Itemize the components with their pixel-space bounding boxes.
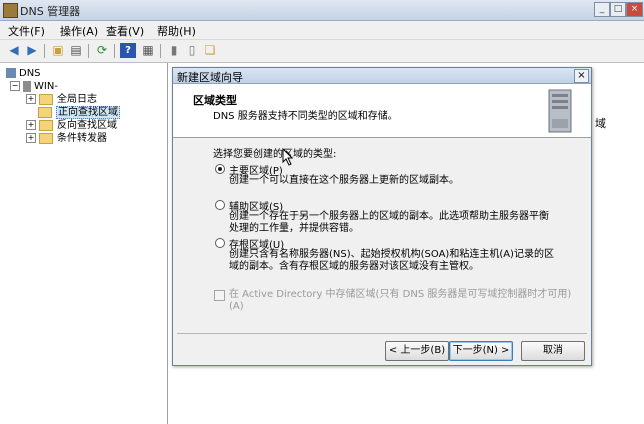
toolbar-separator (44, 44, 45, 58)
tree-item-conditional-forwarders[interactable]: + 条件转发器 (26, 132, 107, 145)
next-button[interactable]: 下一步(N) > (449, 341, 513, 361)
expand-icon[interactable]: + (26, 94, 36, 104)
dialog-close-button[interactable]: × (574, 69, 589, 83)
tree-label: DNS (19, 68, 41, 79)
primary-zone-description: 创建一个可以直接在这个服务器上更新的区域副本。 (229, 175, 459, 186)
stub-zone-description: 创建只含有名称服务器(NS)、起始授权机构(SOA)和粘连主机(A)记录的区 (229, 249, 554, 260)
back-button[interactable]: < 上一步(B) (385, 341, 449, 361)
tree-label: WIN- (34, 81, 58, 92)
minimize-button[interactable]: _ (594, 2, 610, 17)
maximize-button[interactable]: □ (610, 2, 626, 17)
folder-icon (38, 106, 52, 118)
store-in-ad-shortcut: (A) (229, 301, 244, 312)
folder-icon (39, 93, 53, 105)
server-icon[interactable]: ▮ (166, 43, 182, 58)
dns-node-icon (6, 68, 16, 78)
tree-label: 条件转发器 (57, 133, 107, 144)
secondary-zone-description: 创建一个存在于另一个服务器上的区域的副本。此选项帮助主服务器平衡 (229, 211, 549, 222)
toolbar-separator (88, 44, 89, 58)
secondary-zone-description: 处理的工作量，并提供容错。 (229, 223, 359, 234)
tree-item-reverse-lookup-zones[interactable]: + 反向查找区域 (26, 119, 117, 132)
tree-item-global-logs[interactable]: + 全局日志 (26, 93, 97, 106)
cancel-button[interactable]: 取消 (521, 341, 585, 361)
mouse-cursor-icon (282, 148, 294, 166)
record-icon[interactable]: ▯ (184, 43, 200, 58)
secondary-zone-radio[interactable] (215, 200, 225, 210)
zone-type-prompt: 选择您要创建的区域的类型: (213, 149, 337, 160)
window-title: DNS 管理器 (20, 5, 81, 18)
tree-item-dns[interactable]: DNS (6, 67, 41, 80)
tree-item-forward-lookup-zones[interactable]: 正向查找区域 (38, 106, 120, 119)
server-tower-icon (548, 89, 572, 133)
tree-item-server[interactable]: − WIN- (10, 80, 58, 93)
wizard-heading: 区域类型 (193, 94, 237, 107)
collapse-icon[interactable]: − (10, 81, 20, 91)
zone-icon[interactable]: ❏ (202, 43, 218, 58)
refresh-icon[interactable]: ⟳ (94, 43, 110, 58)
primary-zone-radio[interactable] (215, 164, 225, 174)
store-in-ad-label: 在 Active Directory 中存储区域(只有 DNS 服务器是可写域控… (229, 289, 572, 300)
tree-label: 反向查找区域 (57, 120, 117, 131)
tree-label: 正向查找区域 (56, 106, 120, 119)
dialog-divider (177, 333, 587, 334)
tree-label: 全局日志 (57, 94, 97, 105)
stub-zone-radio[interactable] (215, 238, 225, 248)
view-icon[interactable]: ▤ (68, 43, 84, 58)
window-titlebar (0, 0, 644, 21)
menu-view[interactable]: 查看(V) (106, 23, 144, 39)
menu-file[interactable]: 文件(F) (8, 23, 45, 39)
menu-bar: 文件(F) 操作(A) 查看(V) 帮助(H) (0, 21, 644, 40)
store-in-ad-checkbox[interactable] (214, 290, 225, 301)
forward-arrow-icon[interactable]: ▶ (24, 43, 40, 58)
wizard-description: DNS 服务器支持不同类型的区域和存储。 (213, 111, 398, 122)
expand-icon[interactable]: + (26, 133, 36, 143)
toolbar: ◀ ▶ ▣ ▤ ⟳ ? ▦ ▮ ▯ ❏ (0, 40, 644, 63)
folder-up-icon[interactable]: ▣ (50, 43, 66, 58)
stub-zone-description: 域的副本。含有存根区域的服务器对该区域没有主管权。 (229, 261, 479, 272)
folder-icon (39, 132, 53, 144)
new-zone-wizard-dialog: 新建区域向导 × 区域类型 DNS 服务器支持不同类型的区域和存储。 选择您要创… (172, 67, 592, 366)
dialog-title: 新建区域向导 (177, 71, 243, 84)
wizard-header: 区域类型 DNS 服务器支持不同类型的区域和存储。 (173, 84, 591, 138)
properties-icon[interactable]: ▦ (140, 43, 156, 58)
results-text-fragment: 域 (595, 117, 606, 130)
help-icon[interactable]: ? (120, 43, 136, 58)
console-tree: DNS − WIN- + 全局日志 正向查找区域 + 反向查找区域 + 条件转发器 (0, 63, 168, 424)
dns-app-icon (3, 3, 18, 18)
folder-icon (39, 119, 53, 131)
expand-icon[interactable]: + (26, 120, 36, 130)
toolbar-separator (114, 44, 115, 58)
toolbar-separator (160, 44, 161, 58)
menu-action[interactable]: 操作(A) (60, 23, 98, 39)
back-arrow-icon[interactable]: ◀ (6, 43, 22, 58)
server-node-icon (23, 80, 31, 92)
close-window-button[interactable]: × (626, 2, 643, 17)
menu-help[interactable]: 帮助(H) (157, 23, 196, 39)
